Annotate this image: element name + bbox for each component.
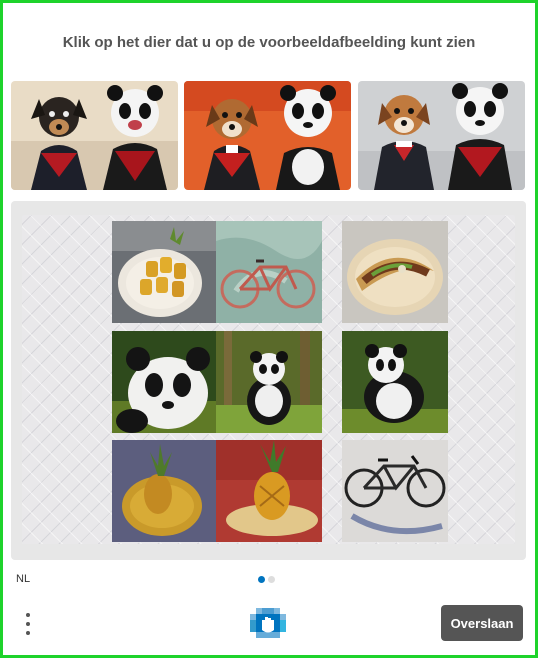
grid-tile-2-bicycle[interactable]: [216, 221, 322, 323]
page-dot-inactive: [268, 576, 275, 583]
grid-tile-7-pineapple[interactable]: [112, 440, 218, 542]
example-image-1: [11, 81, 178, 190]
skip-button[interactable]: Overslaan: [441, 605, 523, 641]
example-image-3: [358, 81, 525, 190]
challenge-prompt: Klik op het dier dat u op de voorbeeldaf…: [62, 34, 476, 51]
grid-tile-9-bicycle[interactable]: [342, 440, 448, 542]
image-grid-panel: [11, 201, 526, 560]
example-image-2: [184, 81, 351, 190]
grid-tile-5-panda[interactable]: [216, 331, 322, 433]
vertical-dots-icon[interactable]: [18, 609, 38, 639]
grid-tile-4-panda[interactable]: [112, 331, 218, 433]
example-images: [11, 81, 527, 191]
page-dot-active: [258, 576, 265, 583]
language-selector[interactable]: NL: [16, 573, 30, 585]
hcaptcha-hand-icon[interactable]: [250, 608, 286, 638]
image-grid: [22, 215, 515, 544]
grid-tile-3-taco[interactable]: [342, 221, 448, 323]
grid-tile-6-panda[interactable]: [342, 331, 448, 433]
grid-tile-1-pineapple[interactable]: [112, 221, 218, 323]
grid-tile-8-pineapple[interactable]: [216, 440, 322, 542]
